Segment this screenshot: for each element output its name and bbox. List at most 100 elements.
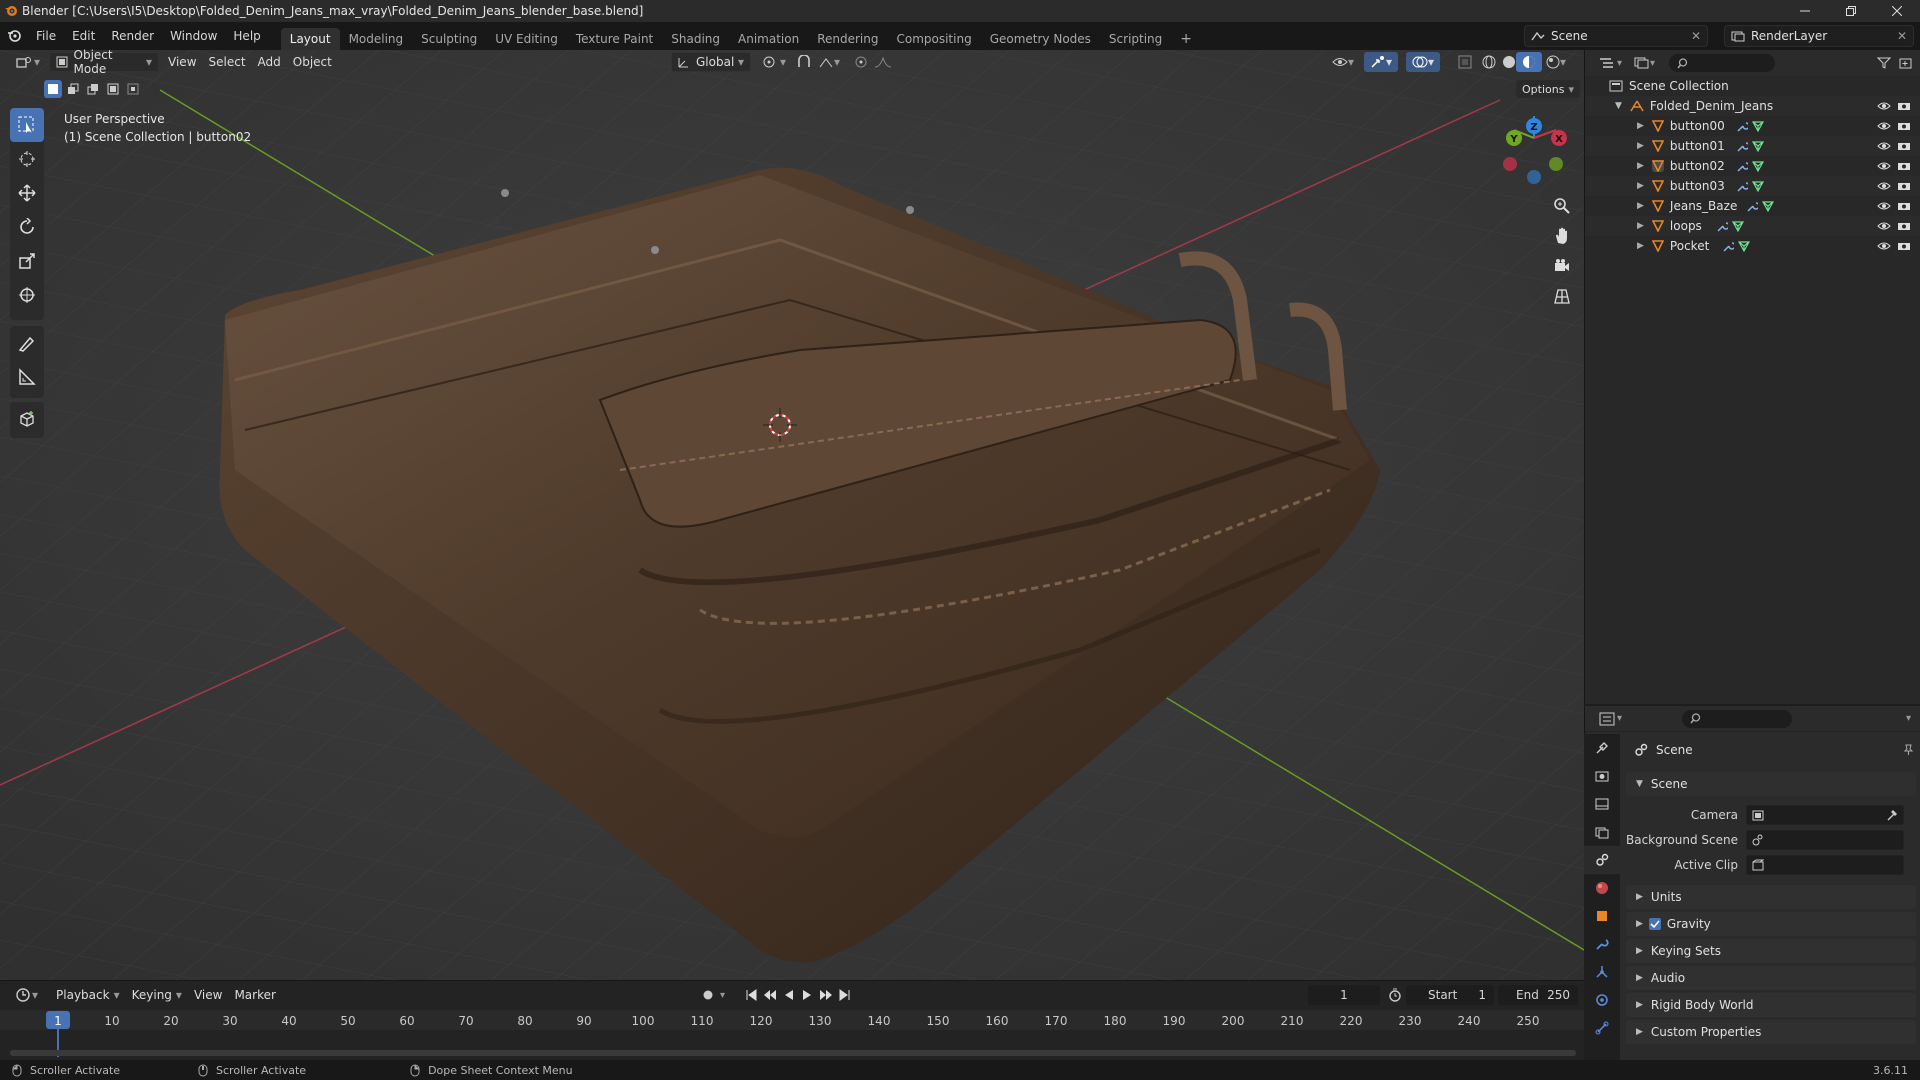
eye-icon[interactable] (1877, 221, 1891, 231)
camera-view-icon[interactable] (1548, 252, 1576, 280)
timeline-editor-type-icon[interactable]: ▾ (10, 985, 44, 1005)
outliner-row-object[interactable]: ▶ Jeans_Baze (1585, 196, 1920, 216)
tab-modeling[interactable]: Modeling (340, 28, 413, 50)
tab-uv-editing[interactable]: UV Editing (486, 28, 567, 50)
new-collection-icon[interactable] (1899, 57, 1913, 69)
tab-layout[interactable]: Layout (280, 28, 340, 50)
constraints-tab-icon[interactable] (1584, 1014, 1620, 1042)
falloff-icon[interactable] (868, 52, 898, 72)
expand-chevron-icon[interactable]: ▶ (1637, 121, 1644, 131)
camera-icon[interactable] (1897, 101, 1911, 111)
modifier-wrench-icon[interactable] (1722, 240, 1734, 252)
mesh-data-icon[interactable] (1751, 160, 1764, 172)
menu-window[interactable]: Window (162, 22, 225, 50)
tab-scripting[interactable]: Scripting (1100, 28, 1171, 50)
section-units[interactable]: ▶ Units (1626, 885, 1916, 909)
viewport-canvas[interactable]: Z Y X (0, 50, 1584, 980)
mesh-data-icon[interactable] (1737, 240, 1750, 252)
expand-chevron-icon[interactable]: ▶ (1637, 201, 1644, 211)
record-icon[interactable] (702, 989, 714, 1001)
mesh-data-icon[interactable] (1761, 200, 1774, 212)
expand-chevron-icon[interactable]: ▼ (1615, 101, 1622, 111)
jump-keyframe-back-icon[interactable] (763, 989, 777, 1001)
snap-target-icon[interactable]: ▾ (812, 52, 846, 72)
jump-start-icon[interactable] (745, 989, 757, 1001)
modifier-wrench-icon[interactable] (1736, 120, 1748, 132)
viewlayer-selector[interactable]: RenderLayer ✕ (1724, 25, 1914, 47)
expand-chevron-icon[interactable]: ▶ (1637, 221, 1644, 231)
pan-hand-icon[interactable] (1548, 222, 1576, 250)
modifier-wrench-icon[interactable] (1736, 180, 1748, 192)
select-box-tool-icon[interactable] (10, 108, 44, 142)
mode-dropdown[interactable]: Object Mode ▾ (49, 48, 160, 76)
select-menu[interactable]: Select (203, 52, 252, 72)
view-menu[interactable]: View (162, 52, 202, 72)
modifier-wrench-icon[interactable] (1736, 160, 1748, 172)
camera-icon[interactable] (1897, 141, 1911, 151)
tab-texture-paint[interactable]: Texture Paint (567, 28, 662, 50)
material-preview-shading-icon[interactable] (1516, 52, 1542, 72)
expand-chevron-icon[interactable]: ▶ (1637, 181, 1644, 191)
expand-chevron-icon[interactable]: ▶ (1637, 161, 1644, 171)
scene-selector[interactable]: Scene ✕ (1524, 25, 1708, 47)
marker-menu[interactable]: Marker (228, 985, 281, 1005)
add-menu[interactable]: Add (252, 52, 287, 72)
filter-icon[interactable] (1877, 57, 1891, 69)
eye-icon[interactable] (1877, 161, 1891, 171)
tab-rendering[interactable]: Rendering (808, 28, 887, 50)
select-new-icon[interactable] (44, 80, 62, 98)
gizmo-toggle-icon[interactable]: ▾ (1364, 52, 1399, 72)
move-tool-icon[interactable] (10, 176, 44, 210)
add-workspace-button[interactable]: + (1171, 28, 1201, 50)
mesh-data-icon[interactable] (1731, 220, 1744, 232)
menu-help[interactable]: Help (225, 22, 268, 50)
outliner-search-input[interactable] (1669, 54, 1776, 72)
perspective-toggle-icon[interactable] (1548, 282, 1576, 310)
pivot-point-icon[interactable]: ▾ (756, 52, 792, 72)
outliner-row-scene-collection[interactable]: Scene Collection (1585, 76, 1920, 96)
eye-icon[interactable] (1877, 101, 1891, 111)
outliner-row-object[interactable]: ▶ button03 (1585, 176, 1920, 196)
measure-tool-icon[interactable] (10, 360, 44, 394)
camera-icon[interactable] (1897, 201, 1911, 211)
options-dropdown[interactable]: Options ▾ (1516, 80, 1580, 98)
eyedropper-icon[interactable] (1886, 809, 1898, 821)
section-keying-sets[interactable]: ▶ Keying Sets (1626, 939, 1916, 963)
camera-icon[interactable] (1897, 181, 1911, 191)
tab-sculpting[interactable]: Sculpting (412, 28, 486, 50)
menu-edit[interactable]: Edit (64, 22, 103, 50)
output-tab-icon[interactable] (1584, 790, 1620, 818)
display-mode-icon[interactable] (1634, 57, 1650, 69)
section-scene-header[interactable]: ▼ Scene (1626, 772, 1916, 796)
select-extend-icon[interactable] (64, 80, 82, 98)
object-tab-icon[interactable] (1584, 902, 1620, 930)
zoom-icon[interactable] (1548, 192, 1576, 220)
tool-tab-icon[interactable] (1584, 734, 1620, 762)
jump-keyframe-forward-icon[interactable] (819, 989, 833, 1001)
eye-icon[interactable] (1877, 241, 1891, 251)
cursor-tool-icon[interactable] (10, 142, 44, 176)
orientation-dropdown[interactable]: Global ▾ (671, 52, 751, 72)
mesh-data-icon[interactable] (1751, 140, 1764, 152)
physics-tab-icon[interactable] (1584, 986, 1620, 1014)
eye-icon[interactable] (1877, 181, 1891, 191)
keying-menu[interactable]: Keying ▾ (126, 985, 188, 1005)
outliner-row-object-active[interactable]: ▶ button02 (1585, 156, 1920, 176)
camera-icon[interactable] (1897, 221, 1911, 231)
visibility-selectability-icon[interactable]: ▾ (1326, 52, 1360, 72)
xray-toggle-icon[interactable] (1452, 52, 1478, 72)
modifier-wrench-icon[interactable] (1746, 200, 1758, 212)
tab-animation[interactable]: Animation (729, 28, 808, 50)
playback-menu[interactable]: Playback ▾ (50, 985, 126, 1005)
background-scene-field[interactable] (1746, 830, 1904, 850)
annotate-tool-icon[interactable] (10, 326, 44, 360)
start-frame-field[interactable]: Start 1 (1406, 985, 1494, 1005)
modifier-wrench-icon[interactable] (1716, 220, 1728, 232)
modifier-tab-icon[interactable] (1584, 930, 1620, 958)
object-menu[interactable]: Object (287, 52, 338, 72)
tab-geometry-nodes[interactable]: Geometry Nodes (981, 28, 1100, 50)
overlays-toggle-icon[interactable]: ▾ (1406, 52, 1441, 72)
view-layer-tab-icon[interactable] (1584, 818, 1620, 846)
add-cube-tool-icon[interactable] (10, 402, 44, 436)
close-icon[interactable]: ✕ (1897, 29, 1907, 43)
